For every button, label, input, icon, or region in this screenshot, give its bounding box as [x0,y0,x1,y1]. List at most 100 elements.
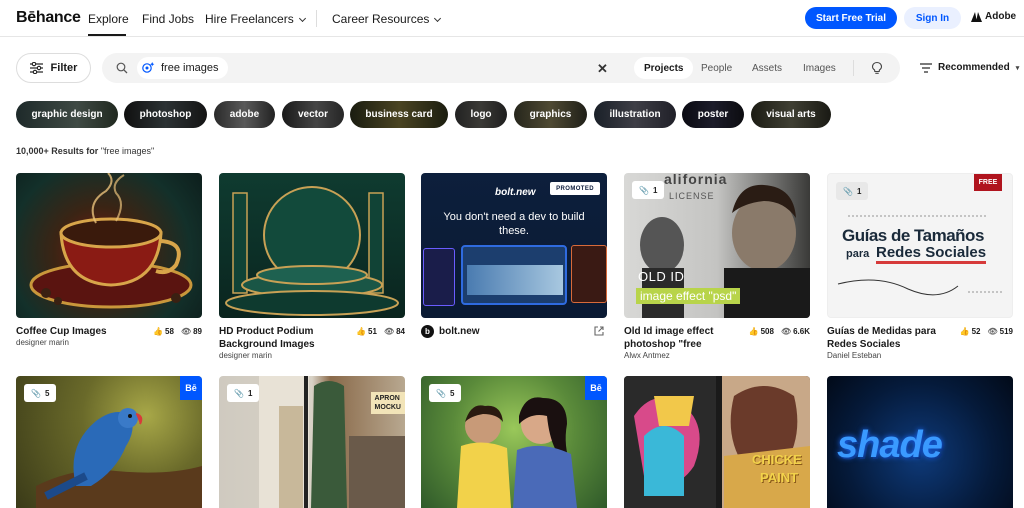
asset-count-badge: 📎 5 [429,384,462,402]
mockup-label: APRON MOCKU [370,392,405,414]
sign-in-button[interactable]: Sign In [904,7,961,29]
adobe-logo-icon [971,11,982,22]
views-stat: 👁 519 [987,327,1013,336]
adobe-link[interactable]: Adobe [971,11,1016,22]
tab-projects[interactable]: Projects [634,57,694,79]
likes-count: 508 [760,327,774,336]
advertiser-name[interactable]: bolt.new [439,326,480,337]
filter-button[interactable]: Filter [16,53,91,83]
tag-pill[interactable]: business card [350,101,448,128]
tag-pill[interactable]: photoshop [124,101,207,128]
tag-pill[interactable]: graphics [514,101,587,128]
project-thumbnail[interactable] [219,173,405,318]
tag-pill[interactable]: adobe [214,101,275,128]
ai-search-icon [142,62,155,73]
views-stat: 👁 6.6K [781,327,810,336]
lightbulb-icon[interactable] [870,61,884,75]
project-title[interactable]: HD Product Podium Background Images [219,325,339,351]
project-thumbnail[interactable]: 📎 1 FREE Guías de Tamaños para Redes Soci… [827,173,1013,318]
caret-down-icon: ▾ [1015,64,1020,72]
project-title[interactable]: Coffee Cup Images [16,325,136,338]
views-count: 89 [193,327,202,336]
likes-count: 58 [165,327,174,336]
nav-career-label: Career Resources [332,12,430,26]
behance-logo[interactable]: Bēhance [16,9,81,27]
asset-count: 5 [44,388,50,398]
search-icon[interactable] [116,62,128,74]
project-owner[interactable]: designer marin [219,351,272,360]
sort-label: Recommended [938,62,1010,73]
tag-pill[interactable]: logo [455,101,507,128]
likes-stat: 👍 52 [960,327,981,336]
external-link-icon[interactable] [593,325,605,337]
project-title[interactable]: Old Id image effect photoshop "free [624,325,744,351]
project-card[interactable]: HD Product Podium Background Images desi… [219,173,405,363]
nav-career-resources[interactable]: Career Resources [332,12,442,26]
project-stats: 👍 51 👁 84 [356,327,405,336]
promoted-thumbnail[interactable]: bolt.new PROMOTED You don't need a dev t… [421,173,607,318]
search-input[interactable]: free images [161,62,218,74]
tab-assets[interactable]: Assets [752,63,782,74]
nav-find-jobs[interactable]: Find Jobs [142,12,194,26]
project-thumbnail[interactable] [16,173,202,318]
project-owner[interactable]: designer marin [16,338,69,347]
asset-count: 5 [449,388,455,398]
tag-pill[interactable]: vector [282,101,344,128]
likes-stat: 👍 58 [153,327,174,336]
results-summary: 10,000+ Results for "free images" [16,146,154,156]
nav-hire-label: Hire Freelancers [205,12,294,26]
tag-pill[interactable]: illustration [594,101,676,128]
paperclip-icon: 📎 [31,388,41,398]
thumbs-up-icon: 👍 [153,327,164,336]
start-free-trial-button[interactable]: Start Free Trial [805,7,897,29]
bg-text: LICENSE [669,191,715,201]
project-stats: 👍 508 👁 6.6K [749,327,810,336]
project-card[interactable]: 📎 1 APRON MOCKU [219,376,405,508]
tag-pill[interactable]: poster [682,101,744,128]
project-card[interactable]: shade [827,376,1013,508]
project-card[interactable]: alifornia LICENSE 📎 1 OLD ID image effect… [624,173,810,363]
sort-dropdown[interactable]: Recommended ▾ [920,62,1019,73]
search-query-chip[interactable]: free images [137,57,229,79]
project-card[interactable]: 📎 1 FREE Guías de Tamaños para Redes Soci… [827,173,1013,363]
project-thumbnail[interactable]: 📎 1 APRON MOCKU [219,376,405,508]
project-owner[interactable]: Daniel Esteban [827,351,881,360]
promoted-badge: PROMOTED [550,182,600,195]
nav-explore[interactable]: Explore [88,12,129,26]
tab-images[interactable]: Images [803,63,836,74]
nav-hire-freelancers[interactable]: Hire Freelancers [205,12,306,26]
art-text: PAINT [760,470,799,485]
tag-pill[interactable]: graphic design [16,101,118,128]
sliders-icon [29,62,43,74]
project-card[interactable]: Coffee Cup Images designer marin 👍 58 👁 89 [16,173,202,353]
measure-lines [837,215,1004,296]
ad-headline: You don't need a dev to build these. [443,211,585,237]
eye-icon: 👁 [780,327,792,336]
project-thumbnail[interactable]: shade [827,376,1013,508]
thumbs-up-icon: 👍 [356,327,367,336]
promoted-card[interactable]: bolt.new PROMOTED You don't need a dev t… [421,173,607,343]
project-card[interactable]: CHICKE PAINT [624,376,810,508]
behance-badge: Bē [180,376,202,400]
project-title[interactable]: Guías de Medidas para Redes Sociales [827,325,947,351]
chevron-down-icon [434,14,442,23]
paperclip-icon: 📎 [639,185,649,195]
ad-screen-center [461,245,567,305]
project-card[interactable]: 📎 5 Bē [16,376,202,508]
podium-image [225,186,399,316]
mockup-label-line: MOCKU [374,404,401,411]
project-thumbnail[interactable]: 📎 5 Bē [16,376,202,508]
asset-count-badge: 📎 1 [632,181,665,199]
project-owner[interactable]: Alwx Antmez [624,351,670,360]
project-card[interactable]: 📎 5 Bē [421,376,607,508]
project-thumbnail[interactable]: 📎 5 Bē [421,376,607,508]
asset-count-badge: 📎 5 [24,384,57,402]
clear-search-icon[interactable]: ✕ [597,61,608,77]
eye-icon: 👁 [180,327,192,336]
filter-label: Filter [50,62,78,74]
project-thumbnail[interactable]: CHICKE PAINT [624,376,810,508]
project-thumbnail[interactable]: alifornia LICENSE 📎 1 OLD ID image effect… [624,173,810,318]
tab-people[interactable]: People [701,63,732,74]
tag-pill[interactable]: visual arts [751,101,831,128]
likes-stat: 👍 508 [749,327,774,336]
